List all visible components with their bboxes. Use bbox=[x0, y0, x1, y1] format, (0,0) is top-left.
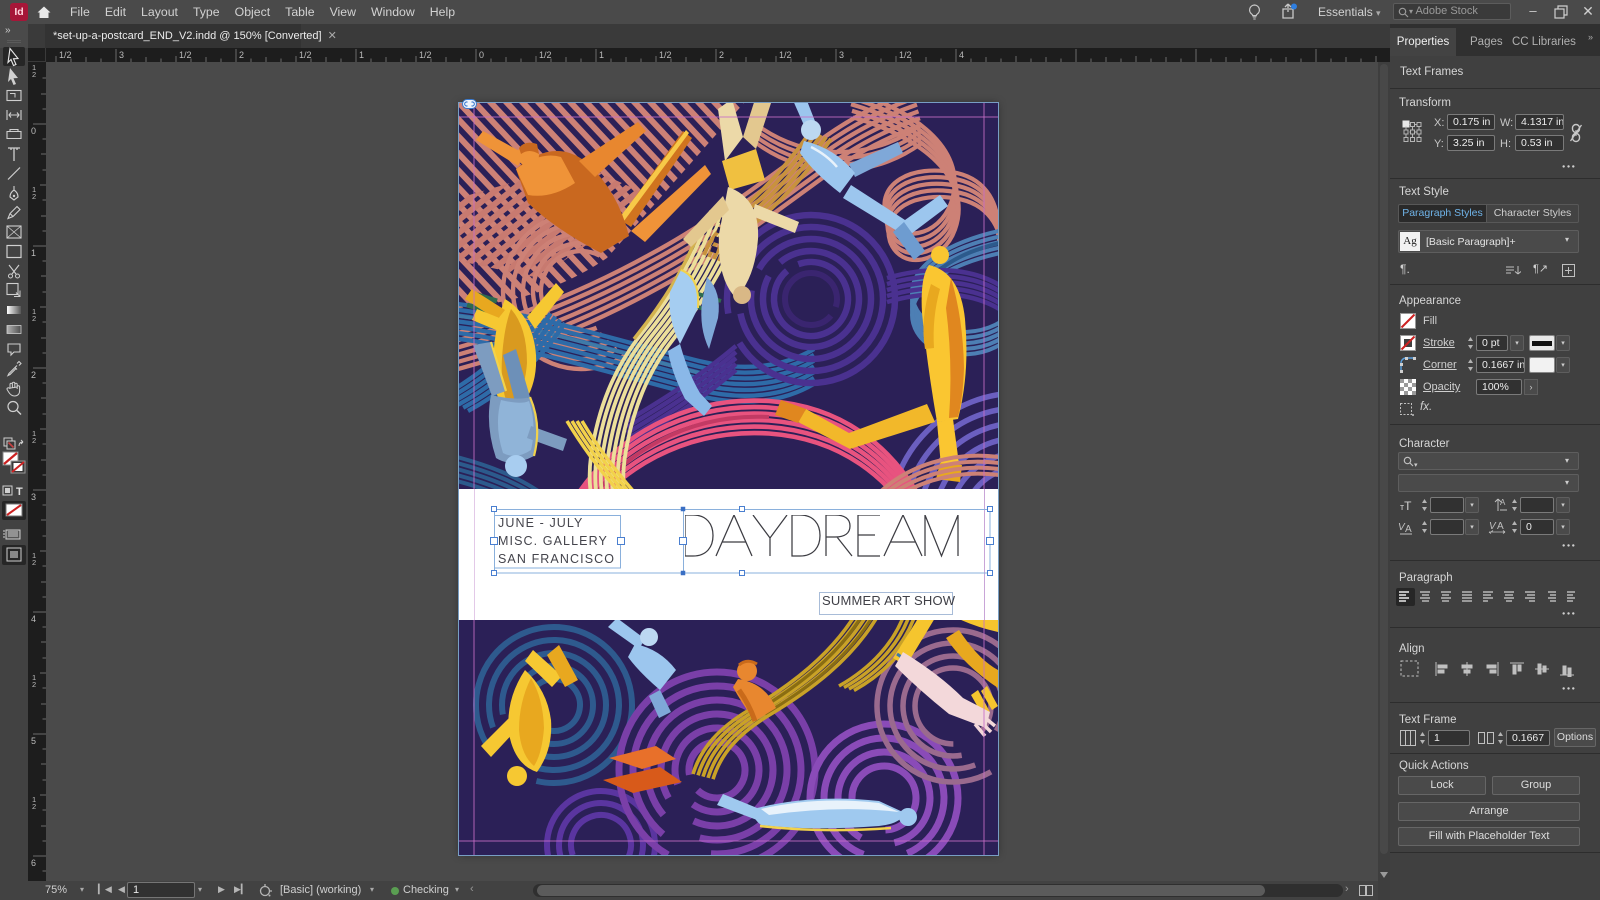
svg-text:2: 2 bbox=[32, 436, 36, 445]
svg-text:5: 5 bbox=[31, 736, 36, 746]
svg-text:1/2: 1/2 bbox=[779, 50, 792, 60]
svg-text:4: 4 bbox=[31, 614, 36, 624]
svg-text:3: 3 bbox=[31, 492, 36, 502]
svg-text:V: V bbox=[1489, 521, 1497, 532]
svg-text:1/2: 1/2 bbox=[899, 50, 912, 60]
svg-text:A: A bbox=[1497, 521, 1504, 532]
svg-text:2: 2 bbox=[32, 558, 36, 567]
svg-text:2: 2 bbox=[719, 50, 724, 60]
svg-text:6: 6 bbox=[31, 858, 36, 868]
svg-text:0: 0 bbox=[479, 50, 484, 60]
svg-text:1: 1 bbox=[599, 50, 604, 60]
svg-text:2: 2 bbox=[32, 192, 36, 201]
svg-text:A: A bbox=[1405, 524, 1412, 535]
svg-text:2: 2 bbox=[32, 680, 36, 689]
svg-text:1/2: 1/2 bbox=[299, 50, 312, 60]
svg-text:1/2: 1/2 bbox=[539, 50, 552, 60]
svg-text:2: 2 bbox=[32, 314, 36, 323]
svg-text:1/2: 1/2 bbox=[179, 50, 192, 60]
svg-text:3: 3 bbox=[119, 50, 124, 60]
svg-text:1/2: 1/2 bbox=[659, 50, 672, 60]
svg-text:1: 1 bbox=[359, 50, 364, 60]
svg-text:1/2: 1/2 bbox=[59, 50, 72, 60]
svg-text:4: 4 bbox=[959, 50, 964, 60]
svg-text:2: 2 bbox=[32, 802, 36, 811]
svg-text:2: 2 bbox=[32, 70, 36, 79]
svg-text:T: T bbox=[16, 486, 23, 498]
svg-text:2: 2 bbox=[239, 50, 244, 60]
svg-text:A: A bbox=[1500, 498, 1506, 507]
svg-text:2: 2 bbox=[31, 370, 36, 380]
svg-text:3: 3 bbox=[839, 50, 844, 60]
svg-text:1: 1 bbox=[31, 248, 36, 258]
svg-text:1/2: 1/2 bbox=[419, 50, 432, 60]
svg-text:0: 0 bbox=[31, 126, 36, 136]
